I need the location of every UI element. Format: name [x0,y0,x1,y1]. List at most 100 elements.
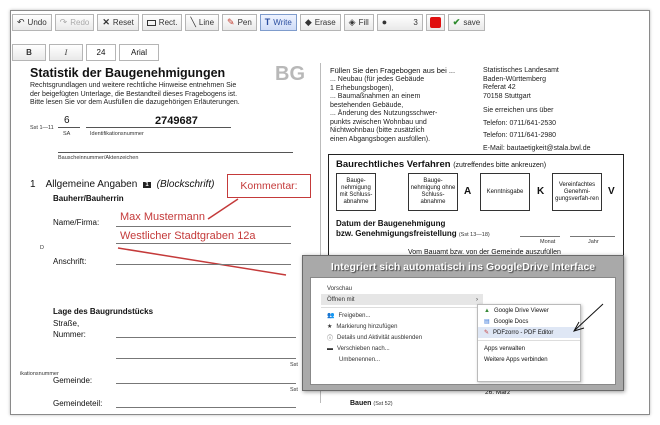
menu-item-freigeben[interactable]: 👥 Freigeben... [321,310,483,321]
toolbar-main: ↶ Undo ↷ Redo ✕ Reset Rect. ╲ Line ✎ Pen T Wri… [12,14,486,31]
rect-button[interactable]: Rect. [141,14,183,31]
d-label: D [40,245,44,251]
color-swatch [429,17,441,28]
menu-item-details[interactable]: ⓘ Details und Aktivität ausblenden [321,332,483,343]
jahr-line [570,236,615,237]
address-line-2 [116,264,291,265]
monat-label: Monat [540,239,556,245]
reset-button[interactable]: ✕ Reset [97,14,139,31]
rect-icon [146,19,156,26]
font-size-field[interactable]: 24 [86,44,116,61]
menu-item-oeffnen-mit[interactable]: Öffnen mit › [321,294,483,305]
menu-item-verschieben[interactable]: ▬ Verschieben nach... [321,343,483,354]
aktenzeichen-line [58,152,293,153]
sst-b: Sst [290,387,298,393]
name-line [116,226,291,227]
menu-separator [321,307,483,308]
info-badge-icon: 1 [143,181,151,188]
datum-label: Datum der Baugenehmigung bzw. Genehmigun… [336,219,490,238]
comment-box[interactable]: Kommentar: [227,174,311,198]
nummer-label: Nummer: [53,330,86,339]
menu-item-markierung[interactable]: ★ Markierung hinzufügen [321,321,483,332]
gemeindeteil-label: Gemeindeteil: [53,399,103,408]
id-number-line [86,127,231,128]
section1-sub: (Blockschrift) [156,179,215,190]
id-number: 2749687 [155,115,198,127]
sst-label: Sst 1—11 [30,125,54,131]
brush-size-icon: ● [381,17,388,27]
share-icon: 👥 [327,313,335,319]
submenu-separator [478,340,580,341]
toolbar-text: B I 24 Arial [12,44,159,61]
letter-k[interactable]: K [537,186,544,197]
letter-v[interactable]: V [608,186,615,197]
name-value[interactable]: Max Mustermann [120,211,205,223]
stroke-width-button[interactable]: ● 3 [376,14,423,31]
section1-heading: 1 Allgemeine Angaben 1 (Blockschrift) [30,179,214,190]
popup-title: Integriert sich automatisch ins GoogleDr… [330,261,596,273]
submenu-weitere-apps[interactable]: Weitere Apps verbinden [478,354,580,365]
menu-item-vorschau[interactable]: Vorschau [321,283,483,294]
info-icon: ⓘ [327,336,334,342]
drive-viewer-icon: ▲ [484,307,490,314]
page-title: Statistik der Baugenehmigungen [30,66,226,80]
googledrive-popup: Integriert sich automatisch ins GoogleDr… [302,255,624,391]
section1-title: Allgemeine Angaben [45,179,138,190]
bold-button[interactable]: B [12,44,46,61]
gemeindeteil-line [116,407,296,408]
fuellen-heading: Füllen Sie den Fragebogen aus bei ... [330,66,456,75]
redo-button[interactable]: ↷ Redo [54,14,95,31]
undo-icon: ↶ [17,17,25,27]
option-cell-ohne[interactable]: Bauge-nehmigung ohne Schluss-abnahme [408,173,458,211]
id-label: Identifikationsnummer [90,131,144,137]
star-icon: ★ [327,324,333,330]
line-button[interactable]: ╲ Line [185,14,220,31]
jahr-label: Jahr [588,239,599,245]
write-button[interactable]: T Write [259,14,297,31]
undo-button[interactable]: ↶ Undo [12,14,52,31]
docs-icon: ▤ [484,319,490,325]
gemeinde-label: Gemeinde: [53,376,93,385]
option-cell-mit[interactable]: Bauge-nehmigung mit Schluss-abnahme [336,173,376,211]
lage-label: Lage des Baugrundstücks [53,307,154,316]
fill-button[interactable]: ◈ Fill [343,14,374,31]
pen-icon: ✎ [227,17,235,27]
menu-item-umbenennen[interactable]: Umbenennen... [321,354,483,365]
popup-screenshot: Vorschau Öffnen mit › 👥 Freigeben... ★ Mark… [310,277,616,385]
reset-icon: ✕ [102,17,110,27]
anschrift-label: Anschrift: [53,257,87,266]
redo-icon: ↷ [59,17,68,27]
color-picker[interactable] [425,14,445,31]
name-label: Name/Firma: [53,218,100,227]
chevron-right-icon: › [476,296,478,303]
fill-bucket-icon: ◈ [348,17,356,27]
line-icon: ╲ [190,17,196,27]
option-cell-kenntnisgabe[interactable]: Kenntnisgabe [480,173,530,211]
pointer-arrow-icon [572,303,604,332]
fuellen-options: ... Neubau (für jedes Gebäude 1 Erhebung… [330,76,438,143]
strasse-line [116,337,296,338]
bauen-label: Bauen (Sst 52) [350,400,393,407]
bauherr-label: Bauherr/Bauherrin [53,194,124,203]
gemeinde-line-a [116,358,296,359]
option-cell-vereinfacht[interactable]: Vereinfachtes Genehmi-gungsverfah-ren [552,173,602,211]
pen-button[interactable]: ✎ Pen [222,14,257,31]
address-value[interactable]: Westlicher Stadtgraben 12a [120,230,256,242]
sst-a: Sst [290,362,298,368]
submenu-apps-verwalten[interactable]: Apps verwalten [478,343,580,354]
text-icon: T [264,17,271,27]
save-button[interactable]: ✔ save [447,14,486,31]
monat-line [520,236,560,237]
num-6: 6 [64,115,70,126]
intro-text: Rechtsgrundlagen und weitere rechtliche … [30,82,240,106]
aktenzeichen-label: Bauscheinnummer/Aktenzeichen [58,155,139,161]
verfahren-heading: Baurechtliches Verfahren (zutreffendes b… [336,159,547,170]
strasse-label: Straße, [53,319,80,328]
context-menu: Vorschau Öffnen mit › 👥 Freigeben... ★ Mark… [321,283,483,365]
erase-button[interactable]: ◆ Erase [299,14,341,31]
font-family-select[interactable]: Arial [119,44,159,61]
office-address: Statistisches Landesamt Baden-Württember… [483,67,591,152]
letter-a[interactable]: A [464,186,471,197]
gemeinde-line-b [116,383,296,384]
italic-button[interactable]: I [49,44,83,61]
